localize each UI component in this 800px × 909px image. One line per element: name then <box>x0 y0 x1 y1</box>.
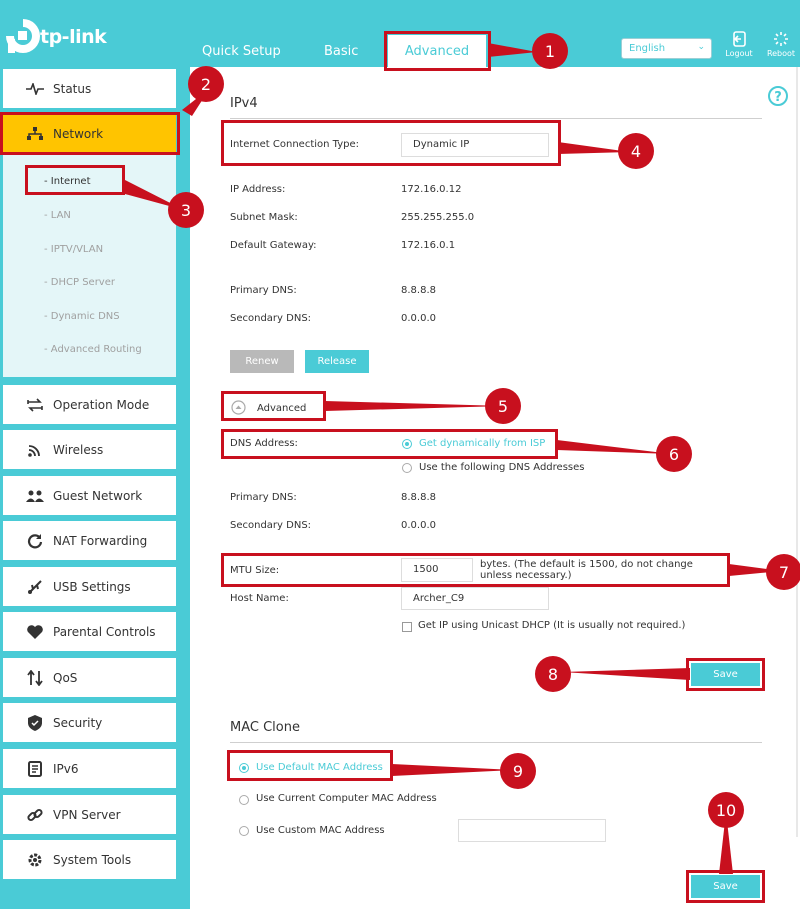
annotation-badge-1: 1 <box>532 33 568 69</box>
annotation-badge-2: 2 <box>188 66 224 102</box>
annotation-badge-10: 10 <box>708 792 744 828</box>
annotation-badge-7: 7 <box>766 554 800 590</box>
annotation-badge-6: 6 <box>656 436 692 472</box>
annotation-badge-5: 5 <box>485 388 521 424</box>
annotation-badge-9: 9 <box>500 753 536 789</box>
annotation-badge-8: 8 <box>535 656 571 692</box>
annotation-badge-3: 3 <box>168 192 204 228</box>
annotation-badge-4: 4 <box>618 133 654 169</box>
